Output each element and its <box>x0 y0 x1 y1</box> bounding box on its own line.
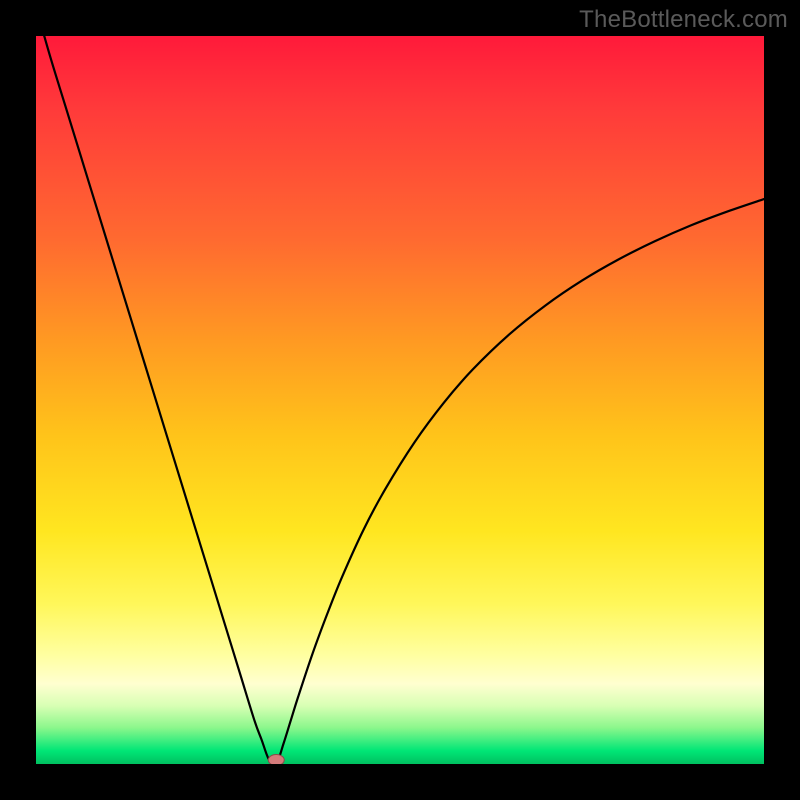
plot-area <box>36 36 764 764</box>
bottleneck-curve <box>36 36 764 764</box>
chart-frame: TheBottleneck.com <box>0 0 800 800</box>
curve-layer <box>36 36 764 764</box>
watermark-text: TheBottleneck.com <box>579 6 788 34</box>
optimal-point-marker <box>268 755 284 765</box>
